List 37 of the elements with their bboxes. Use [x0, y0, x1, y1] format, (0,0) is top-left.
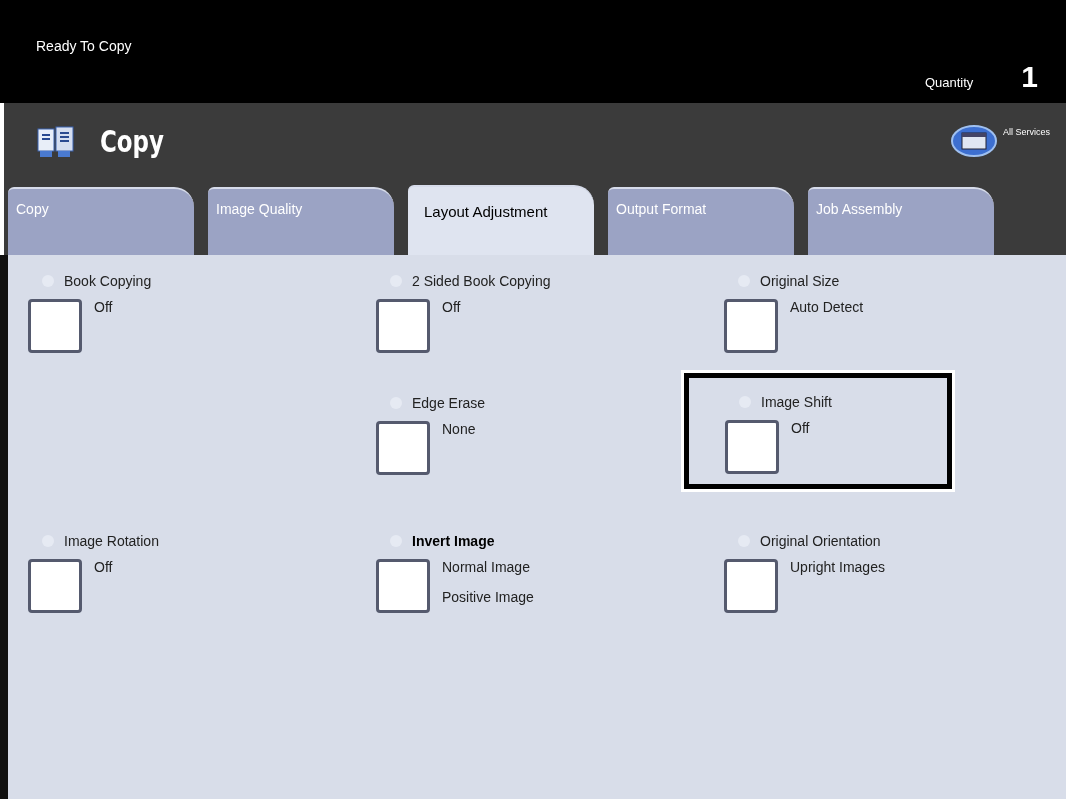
tab[interactable]: Image Quality [208, 187, 394, 255]
option-title: Original Size [760, 273, 840, 289]
option-button[interactable] [376, 559, 430, 613]
service-title: Copy [100, 123, 164, 159]
option-title: Edge Erase [412, 395, 486, 411]
copier-icon [36, 123, 76, 159]
all-services-label: All Services [1003, 127, 1050, 137]
tab[interactable]: Job Assembly [808, 187, 994, 255]
option-button[interactable] [376, 421, 430, 475]
option-value: Off [94, 559, 113, 575]
quantity-value: 1 [1021, 60, 1038, 94]
option-title: Invert Image [412, 533, 495, 549]
tab[interactable]: Copy [8, 187, 194, 255]
tab[interactable]: Output Format [608, 187, 794, 255]
option-value: None [442, 421, 476, 437]
option-button[interactable] [28, 299, 82, 353]
option-button[interactable] [376, 299, 430, 353]
option-title: Image Shift [761, 394, 832, 410]
option-value: Positive Image [442, 589, 534, 605]
tab[interactable]: Layout Adjustment [408, 185, 594, 255]
option-title: Image Rotation [64, 533, 159, 549]
option-value: Normal Image [442, 559, 531, 575]
option-button[interactable] [28, 559, 82, 613]
option-value: Off [442, 299, 461, 315]
status-message: Ready To Copy [36, 38, 132, 54]
option-title: Book Copying [64, 273, 152, 289]
option-title: Original Orientation [760, 533, 881, 549]
quantity-label: Quantity [924, 75, 974, 90]
option-value: Off [94, 299, 113, 315]
option-value: Upright Images [790, 559, 885, 575]
option-value: Off [791, 420, 810, 436]
option-title: 2 Sided Book Copying [412, 273, 551, 289]
option-button[interactable] [724, 559, 778, 613]
option-value: Auto Detect [790, 299, 864, 315]
option-button[interactable] [725, 420, 779, 474]
option-button[interactable] [724, 299, 778, 353]
all-services-button[interactable] [951, 125, 997, 157]
